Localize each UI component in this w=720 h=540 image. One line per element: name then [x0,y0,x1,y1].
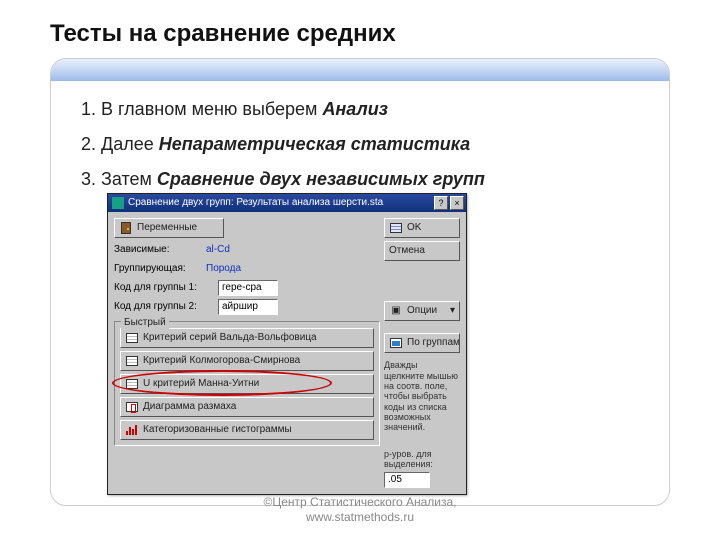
step-1: В главном меню выберем Анализ [101,95,663,124]
histogram-icon [125,424,139,436]
arrow-icon: ▣ [389,305,403,317]
sheet-icon [389,222,403,234]
variables-button[interactable]: Переменные [114,218,224,238]
help-icon[interactable]: ? [434,196,448,210]
frame-glossy-header [51,59,669,81]
sheet-icon [125,378,139,390]
test-button-mannwhitney[interactable]: U критерий Манна-Уитни [120,374,374,394]
system-icon [112,197,124,209]
code-g1-input[interactable]: гере-сра [218,280,278,296]
step-3: Затем Сравнение двух независимых групп С… [101,165,663,496]
content-frame: В главном меню выберем Анализ Далее Непа… [50,58,670,506]
dialog-title: Сравнение двух групп: Результаты анализа… [128,195,434,211]
compare-groups-dialog: Сравнение двух групп: Результаты анализа… [107,193,467,495]
stat-icon [389,337,403,349]
dependent-label: Зависимые: [114,242,200,258]
p-level-label: p-уров. для выделения: [384,449,460,470]
grouping-value: Порода [206,261,241,277]
page-title: Тесты на сравнение средних [50,20,670,48]
door-icon [119,222,133,234]
p-level-input[interactable]: .05 [384,472,430,488]
by-groups-button[interactable]: По группам [384,333,460,353]
code-g1-label: Код для группы 1: [114,280,212,296]
dialog-titlebar[interactable]: Сравнение двух групп: Результаты анализа… [108,194,466,212]
dependent-value: al-Cd [206,242,230,258]
sheet-icon [125,332,139,344]
cancel-button[interactable]: Отмена [384,241,460,261]
hint-double-click: Дважды щелкните мышью на соотв. поле, чт… [384,360,460,432]
boxplot-icon [125,401,139,413]
quick-groupbox: Быстрый Критерий серий Вальда-Вольфовица [114,321,380,446]
grouping-label: Группирующая: [114,261,200,277]
step-2: Далее Непараметрическая статистика [101,130,663,159]
close-icon[interactable]: × [450,196,464,210]
slide-footer: ©Центр Статистического Анализа, www.stat… [0,495,720,526]
code-g2-input[interactable]: айршир [218,299,278,315]
sheet-icon [125,355,139,367]
ok-button[interactable]: OK [384,218,460,238]
steps-list: В главном меню выберем Анализ Далее Непа… [75,95,663,495]
test-button-ks[interactable]: Критерий Колмогорова-Смирнова [120,351,374,371]
test-button-histogram[interactable]: Категоризованные гистограммы [120,420,374,440]
test-button-wald[interactable]: Критерий серий Вальда-Вольфовица [120,328,374,348]
options-button[interactable]: ▣ Опции ▾ [384,301,460,321]
quick-legend: Быстрый [121,315,169,331]
code-g2-label: Код для группы 2: [114,299,212,315]
test-button-boxplot[interactable]: Диаграмма размаха [120,397,374,417]
chevron-down-icon: ▾ [450,303,455,319]
